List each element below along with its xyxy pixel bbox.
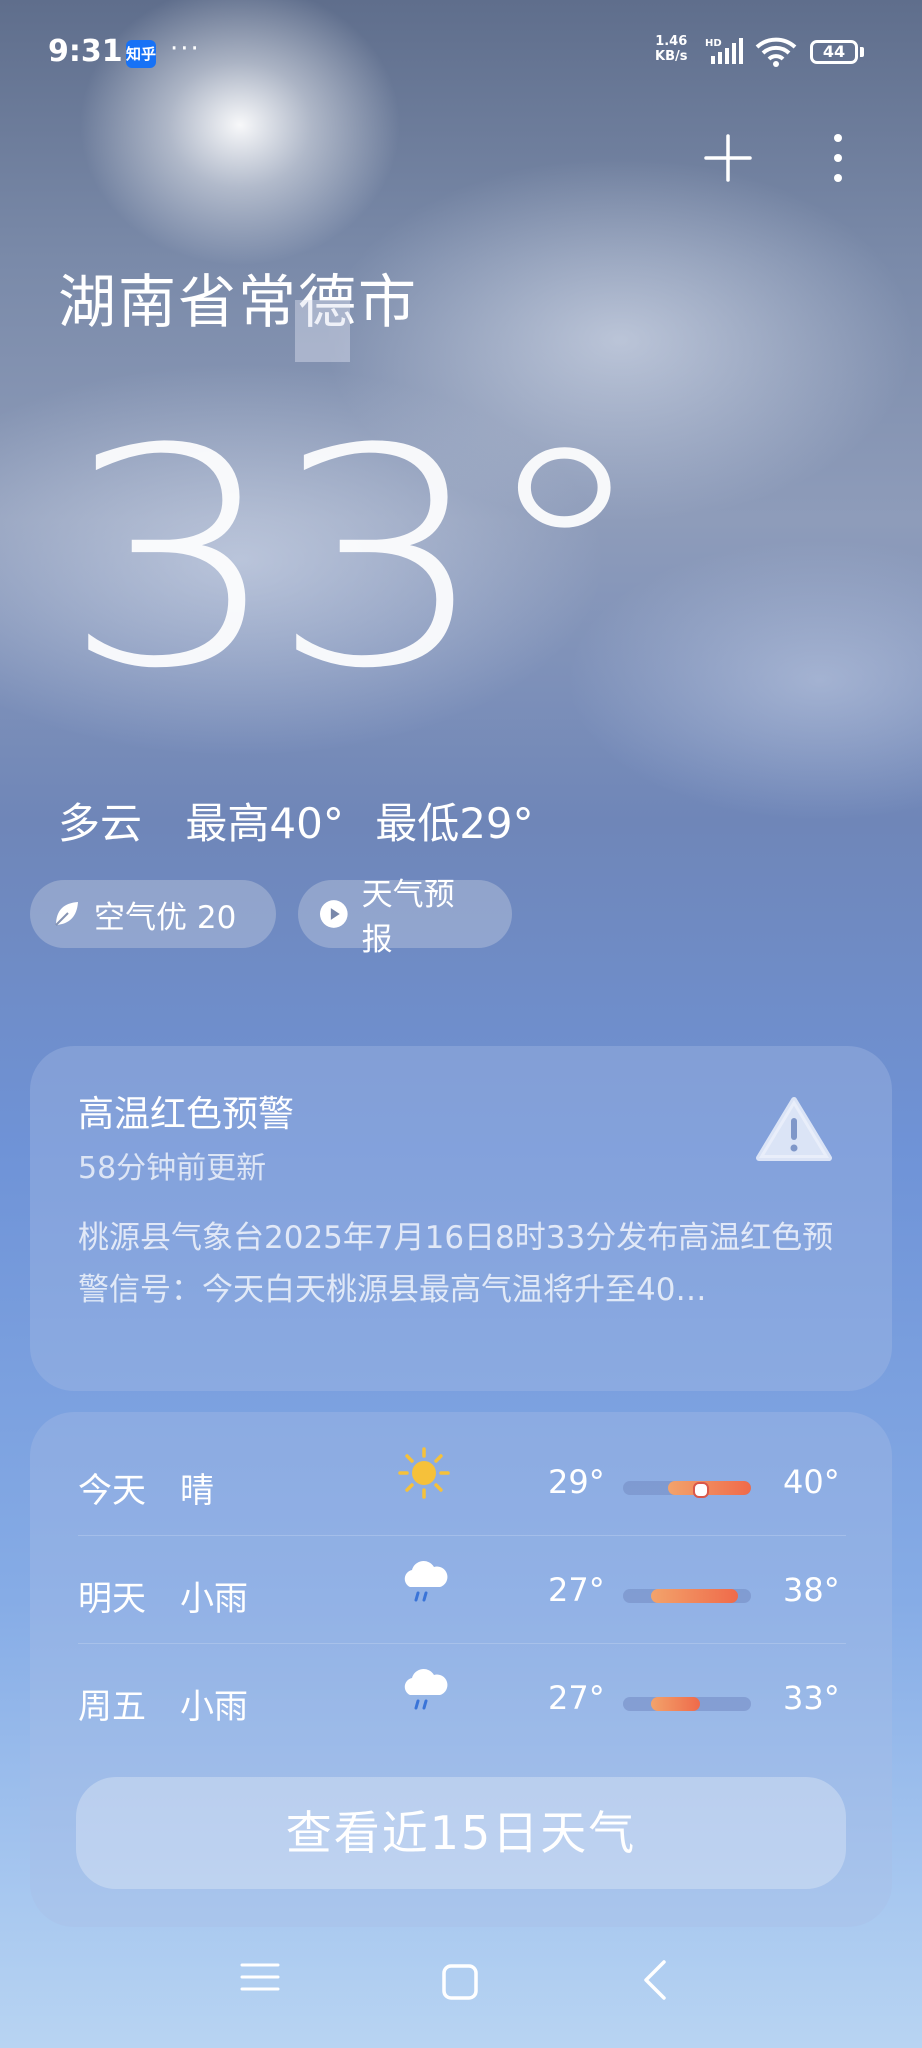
temperature-range-bar <box>623 1697 751 1711</box>
back-nav-button[interactable] <box>640 1958 670 2006</box>
view-15-day-forecast-button[interactable]: 查看近15日天气 <box>76 1777 846 1889</box>
menu-icon <box>240 1963 280 1991</box>
home-square-icon <box>442 1964 478 2000</box>
network-type-label: HD <box>705 38 722 49</box>
weather-forecast-label: 天气预报 <box>361 877 455 958</box>
current-temperature: 33° <box>62 385 651 734</box>
today-low: 最低29° <box>375 799 534 848</box>
wifi-icon <box>755 36 799 72</box>
privacy-mosaic <box>295 300 350 362</box>
rain-cloud-icon <box>396 1553 452 1613</box>
network-speed-value: 1.46 <box>655 34 688 49</box>
battery-indicator: 44 <box>810 40 858 64</box>
vertical-dots-icon <box>834 134 842 182</box>
forecast-condition: 小雨 <box>180 1579 248 1619</box>
battery-tip <box>860 47 864 57</box>
menu-nav-button[interactable] <box>240 1960 280 1998</box>
alert-body: 桃源县气象台2025年7月16日8时33分发布高温红色预警信号：今天白天桃源县最… <box>78 1220 834 1308</box>
network-speed: 1.46 KB/s <box>655 34 687 64</box>
air-quality-chip[interactable]: 空气优 20 <box>30 880 276 948</box>
leaf-icon <box>55 902 78 926</box>
temperature-range-fill <box>651 1589 739 1603</box>
forecast-condition: 小雨 <box>180 1687 248 1727</box>
home-nav-button[interactable] <box>440 1962 480 2006</box>
forecast-high: 33° <box>783 1679 840 1717</box>
alert-updated-time: 58分钟前更新 <box>78 1151 267 1186</box>
play-icon <box>319 900 348 928</box>
forecast-divider <box>78 1535 846 1536</box>
forecast-row[interactable]: 明天 小雨 27° 38° <box>78 1553 840 1635</box>
forecast-row[interactable]: 周五 小雨 27° 33° <box>78 1661 840 1743</box>
condition-summary: 多云 最高40° 最低29° <box>58 790 564 851</box>
more-options-button[interactable] <box>820 128 856 188</box>
weather-forecast-chip[interactable]: 天气预报 <box>298 877 512 958</box>
forecast-condition: 晴 <box>180 1471 214 1511</box>
current-condition: 多云 <box>58 799 143 848</box>
rain-cloud-icon <box>396 1661 452 1721</box>
forecast-day: 明天 <box>78 1579 146 1619</box>
temperature-range-fill <box>651 1697 700 1711</box>
temperature-range-fill <box>667 1481 751 1495</box>
plus-icon <box>704 134 752 182</box>
forecast-row[interactable]: 今天晴 29° 40° <box>78 1445 840 1527</box>
add-city-button[interactable] <box>700 130 756 186</box>
air-quality-label: 空气优 20 <box>94 899 237 936</box>
cellular-signal-icon: HD <box>705 36 749 70</box>
temperature-range-bar <box>623 1589 751 1603</box>
sun-icon <box>396 1445 452 1505</box>
temperature-range-bar <box>623 1481 751 1495</box>
forecast-low: 29° <box>548 1463 605 1501</box>
city-name[interactable]: 湖南省常德市 <box>58 255 418 339</box>
warning-icon <box>756 1096 832 1166</box>
forecast-high: 38° <box>783 1571 840 1609</box>
network-speed-unit: KB/s <box>655 49 688 64</box>
forecast-day: 今天 <box>78 1471 146 1511</box>
forecast-divider <box>78 1643 846 1644</box>
more-notifications-icon: ··· <box>170 34 201 64</box>
forecast-day: 周五 <box>78 1687 146 1727</box>
alert-title: 高温红色预警 <box>78 1094 295 1135</box>
forecast-low: 27° <box>548 1571 605 1609</box>
forecast-high: 40° <box>783 1463 840 1501</box>
current-temperature-marker <box>692 1482 709 1498</box>
status-time: 9:31 <box>48 34 123 69</box>
today-high: 最高40° <box>185 799 344 848</box>
zhihu-app-icon: 知乎 <box>126 40 156 68</box>
forecast-low: 27° <box>548 1679 605 1717</box>
back-chevron-icon <box>644 1960 666 2000</box>
